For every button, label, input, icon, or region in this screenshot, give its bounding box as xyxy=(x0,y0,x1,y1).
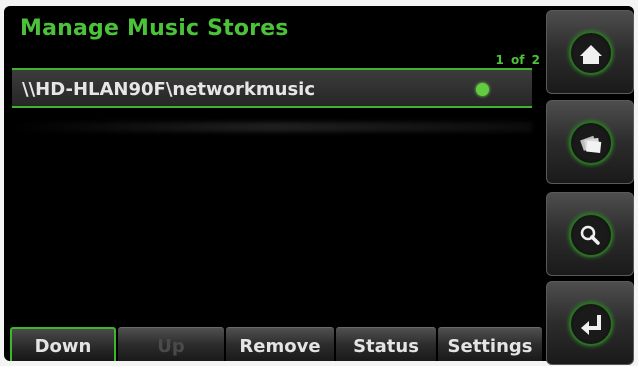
settings-button[interactable]: Settings xyxy=(438,327,542,361)
page-counter: 1 of 2 xyxy=(495,53,540,67)
return-button[interactable] xyxy=(546,281,634,365)
cards-icon xyxy=(580,135,602,154)
list-item[interactable]: \\HD-HLAN90F\networkmusic xyxy=(12,68,532,108)
status-online-icon xyxy=(476,83,489,96)
search-icon xyxy=(580,225,600,245)
remove-button[interactable]: Remove xyxy=(226,327,334,361)
home-icon xyxy=(580,45,602,64)
list-item-label: \\HD-HLAN90F\networkmusic xyxy=(22,79,316,100)
up-button[interactable]: Up xyxy=(118,327,224,361)
home-button[interactable] xyxy=(546,10,634,94)
list-divider xyxy=(12,122,532,132)
return-icon xyxy=(581,315,601,335)
device-screen: Manage Music Stores 1 of 2 \\HD-HLAN90F\… xyxy=(4,6,634,361)
cards-button[interactable] xyxy=(546,100,634,184)
page-title: Manage Music Stores xyxy=(20,16,289,41)
down-button[interactable]: Down xyxy=(10,327,116,361)
status-button[interactable]: Status xyxy=(336,327,436,361)
search-button[interactable] xyxy=(546,192,634,276)
bottom-toolbar: Down Up Remove Status Settings xyxy=(10,327,542,361)
